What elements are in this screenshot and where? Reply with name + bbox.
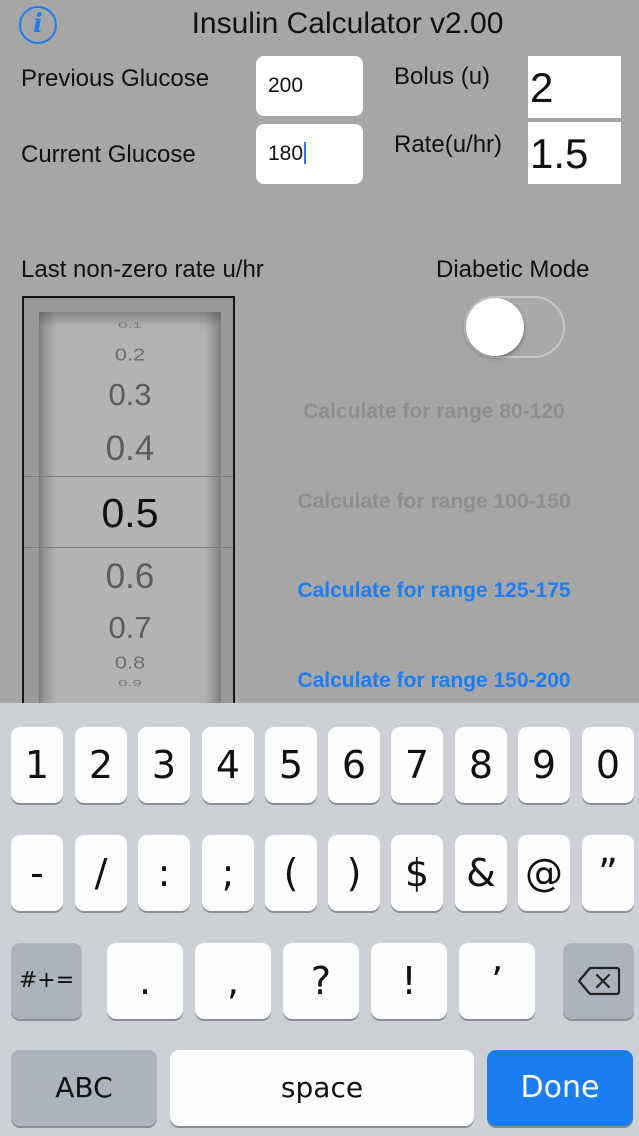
backspace-icon [577, 966, 620, 996]
key-9[interactable]: 9 [518, 727, 570, 803]
key-question[interactable]: ? [283, 943, 359, 1019]
key-period[interactable]: . [107, 943, 183, 1019]
key-2[interactable]: 2 [75, 727, 127, 803]
key-3[interactable]: 3 [138, 727, 190, 803]
page-title: Insulin Calculator v2.00 [191, 7, 504, 40]
key-open-paren[interactable]: ( [265, 835, 317, 911]
current-glucose-input[interactable]: 180 [256, 124, 363, 184]
calculate-150-200-button[interactable]: Calculate for range 150-200 [264, 668, 604, 694]
backspace-button[interactable] [563, 943, 634, 1019]
diabetic-mode-label: Diabetic Mode [436, 256, 590, 283]
key-at[interactable]: @ [518, 835, 570, 911]
done-button[interactable]: Done [487, 1050, 633, 1126]
bolus-output: 2 [528, 56, 621, 118]
key-1[interactable]: 1 [11, 727, 63, 803]
previous-glucose-value: 200 [268, 74, 304, 97]
calculate-100-150-button[interactable]: Calculate for range 100-150 [264, 489, 604, 515]
key-7[interactable]: 7 [391, 727, 443, 803]
picker-item: 0.9 [118, 680, 142, 687]
picker-item: 0.7 [108, 610, 152, 645]
key-exclamation[interactable]: ! [371, 943, 447, 1019]
key-dollar[interactable]: $ [391, 835, 443, 911]
calculate-125-175-button[interactable]: Calculate for range 125-175 [264, 578, 604, 604]
key-ampersand[interactable]: & [455, 835, 507, 911]
picker-item: 0.4 [105, 429, 155, 468]
previous-glucose-label: Previous Glucose [21, 65, 210, 92]
key-8[interactable]: 8 [455, 727, 507, 803]
key-5[interactable]: 5 [265, 727, 317, 803]
picker-selection-indicator [24, 476, 233, 548]
key-slash[interactable]: / [75, 835, 127, 911]
abc-button[interactable]: ABC [11, 1050, 157, 1126]
key-semicolon[interactable]: ; [202, 835, 254, 911]
space-button[interactable]: space [170, 1050, 474, 1126]
key-quote[interactable]: ” [582, 835, 634, 911]
key-more-symbols[interactable]: #+= [11, 943, 82, 1019]
current-glucose-value: 180 [268, 142, 304, 165]
rate-output: 1.5 [528, 122, 621, 184]
key-4[interactable]: 4 [202, 727, 254, 803]
picker-item: 0.8 [114, 652, 146, 673]
picker-item: 0.3 [108, 377, 152, 412]
diabetic-mode-toggle[interactable] [464, 296, 565, 358]
key-6[interactable]: 6 [328, 727, 380, 803]
bolus-label: Bolus (u) [394, 63, 491, 90]
rate-label: Rate(u/hr) [394, 131, 503, 158]
keyboard: 1 2 3 4 5 6 7 8 9 0 - / : ; ( ) $ & @ ” … [0, 703, 639, 1136]
picker-item: 0.6 [105, 557, 155, 596]
key-close-paren[interactable]: ) [328, 835, 380, 911]
key-0[interactable]: 0 [582, 727, 634, 803]
picker-item: 0.2 [114, 344, 146, 365]
key-colon[interactable]: : [138, 835, 190, 911]
previous-glucose-input[interactable]: 200 [256, 56, 363, 116]
text-cursor [304, 142, 307, 164]
calculate-80-120-button[interactable]: Calculate for range 80-120 [264, 399, 604, 425]
current-glucose-label: Current Glucose [21, 141, 196, 168]
key-apostrophe[interactable]: ’ [459, 943, 535, 1019]
last-rate-label: Last non-zero rate u/hr [21, 256, 264, 283]
key-comma[interactable]: , [195, 943, 271, 1019]
toggle-knob [466, 298, 524, 356]
picker-item: 0.1 [118, 322, 142, 329]
key-hyphen[interactable]: - [11, 835, 63, 911]
